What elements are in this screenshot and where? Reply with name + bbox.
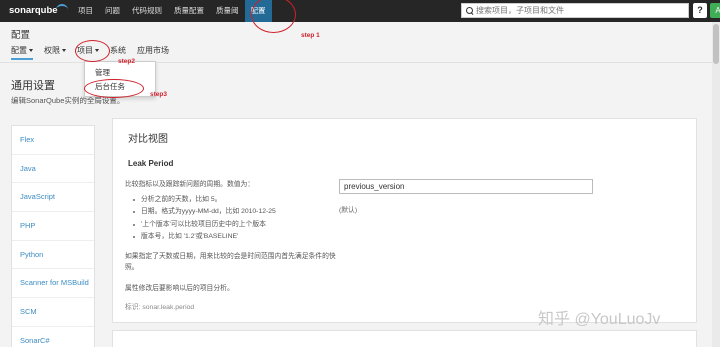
list-item: 分析之前的天数，比如 5。 [133,194,276,206]
setting-note: 如果指定了天数或日期，用来比较的会是时间范围内首先满足条件的快照。 [125,253,336,271]
sonarqube-logo[interactable]: sonarqube [9,3,69,19]
main-nav: 项目 问题 代码规则 质量配置 质量阈 配置 [72,0,272,22]
top-navbar: sonarqube 项目 问题 代码规则 质量配置 质量阈 配置 ? A [0,0,720,22]
settings-panel: 对比视图 Leak Period 比较指标以及跟踪新问题的周期。数值为： 分析之… [112,118,697,323]
subnav-configuration[interactable]: 配置 [11,45,33,60]
category-sonarcsharp[interactable]: SonarC# [12,327,94,347]
category-scanner-msbuild[interactable]: Scanner for MSBuild [12,269,94,299]
category-list: Flex Java JavaScript PHP Python Scanner … [11,125,95,347]
nav-quality-gates[interactable]: 质量阈 [210,0,245,22]
annotation-circle-step2 [75,40,110,62]
category-javascript[interactable]: JavaScript [12,183,94,213]
list-item: 版本号，比如 '1.2'或'BASELINE' [133,231,276,243]
annotation-step1: step 1 [301,32,320,39]
setting-note: 属性修改后要影响以后的项目分析。 [125,285,234,292]
search-icon [462,4,476,17]
nav-issues[interactable]: 问题 [99,0,126,22]
nav-quality-profiles[interactable]: 质量配置 [168,0,210,22]
page-scrollbar[interactable] [712,22,720,347]
logo-text: sonarqube [9,5,58,16]
setting-key: 标识: sonar.leak.period [125,304,195,311]
logo-wave-icon [56,4,68,11]
annotation-circle-step3 [84,79,144,98]
annotation-circle-step1 [251,0,296,33]
panel-title: 对比视图 [128,134,168,145]
category-java[interactable]: Java [12,155,94,184]
help-button[interactable]: ? [693,3,707,18]
subnav-security[interactable]: 权限 [44,45,66,60]
category-flex[interactable]: Flex [12,126,94,155]
search-input[interactable] [476,6,676,15]
settings-heading: 通用设置 [11,80,55,92]
setting-description: 比较指标以及跟踪新问题的周期。数值为： [125,181,255,188]
category-php[interactable]: PHP [12,212,94,241]
chevron-down-icon [29,49,33,53]
setting-name: Leak Period [128,159,174,168]
category-python[interactable]: Python [12,241,94,270]
subnav-security-label: 权限 [44,46,60,55]
watermark: 知乎 @YouLuoJv [538,311,661,328]
leak-period-input[interactable] [339,179,593,194]
subnav-configuration-label: 配置 [11,46,27,55]
category-scm[interactable]: SCM [12,298,94,327]
default-label: (默认) [339,207,358,214]
chevron-down-icon [62,49,66,53]
scrollbar-thumb[interactable] [713,24,719,64]
nav-projects[interactable]: 项目 [72,0,99,22]
user-avatar[interactable]: A [710,3,720,18]
setting-options-list: 分析之前的天数，比如 5。 日期。格式为yyyy-MM-dd，比如 2010-1… [133,194,276,243]
annotation-step2: step2 [118,58,135,65]
global-search[interactable] [461,3,689,18]
nav-rules[interactable]: 代码规则 [126,0,168,22]
menu-item-management[interactable]: 管理 [85,66,155,80]
subnav-marketplace[interactable]: 应用市场 [137,45,169,60]
page-title: 配置 [11,30,31,41]
list-item: 日期。格式为yyyy-MM-dd，比如 2010-12-25 [133,206,276,218]
settings-panel-next [112,330,697,347]
list-item: '上个版本'可以比较项目历史中的上个版本 [133,219,276,231]
annotation-step3: step3 [150,91,167,98]
